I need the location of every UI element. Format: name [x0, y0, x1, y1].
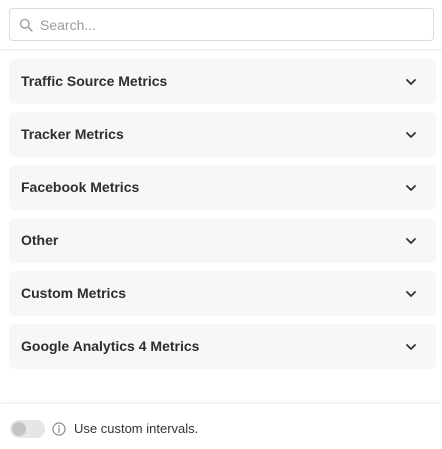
chevron-down-icon: [406, 344, 416, 350]
section-traffic-source-metrics[interactable]: Traffic Source Metrics: [9, 59, 436, 104]
footer-bar: Use custom intervals.: [0, 403, 442, 449]
section-label: Custom Metrics: [21, 285, 127, 301]
metric-sections: Traffic Source Metrics Tracker Metrics F…: [9, 59, 436, 377]
section-label: Facebook Metrics: [21, 179, 140, 195]
search-icon: [19, 18, 33, 32]
chevron-down-icon: [406, 79, 416, 85]
search-bar: [0, 0, 442, 50]
chevron-down-icon: [406, 185, 416, 191]
section-label: Tracker Metrics: [21, 126, 124, 142]
chevron-down-icon: [406, 238, 416, 244]
section-custom-metrics[interactable]: Custom Metrics: [9, 271, 436, 316]
chevron-down-icon: [406, 291, 416, 297]
custom-intervals-label: Use custom intervals.: [74, 421, 199, 436]
section-label: Traffic Source Metrics: [21, 73, 168, 89]
search-input[interactable]: [40, 9, 425, 40]
section-label: Google Analytics 4 Metrics: [21, 338, 200, 354]
toggle-knob: [12, 422, 26, 436]
section-facebook-metrics[interactable]: Facebook Metrics: [9, 165, 436, 210]
custom-intervals-toggle[interactable]: [10, 420, 45, 438]
chevron-down-icon: [406, 132, 416, 138]
section-tracker-metrics[interactable]: Tracker Metrics: [9, 112, 436, 157]
info-icon[interactable]: [52, 422, 66, 436]
section-google-analytics-4-metrics[interactable]: Google Analytics 4 Metrics: [9, 324, 436, 369]
section-other[interactable]: Other: [9, 218, 436, 263]
section-label: Other: [21, 232, 59, 248]
search-box[interactable]: [9, 8, 434, 41]
